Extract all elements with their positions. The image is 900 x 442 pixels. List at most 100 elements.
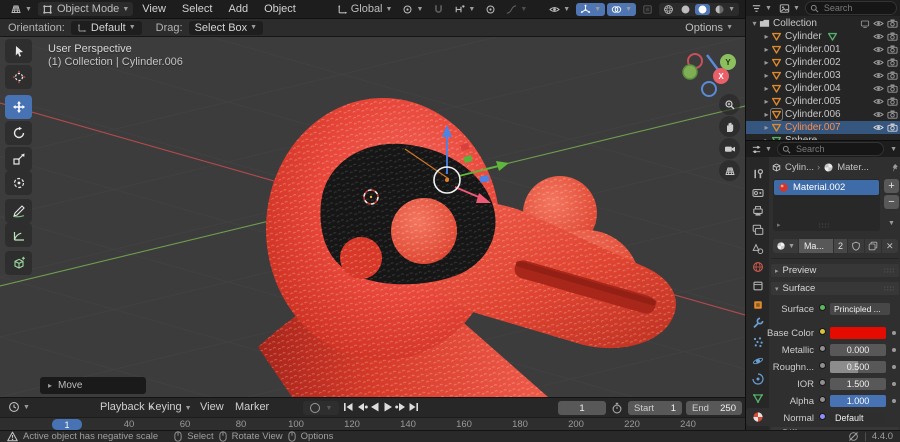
outliner-row-cylinder-001[interactable]: ▸ Cylinder.001 bbox=[746, 43, 900, 56]
orientation-value-dropdown[interactable]: Default ▼ bbox=[70, 20, 142, 35]
editor-type-button[interactable]: ▼ bbox=[6, 2, 36, 16]
material-users-count[interactable]: 2 bbox=[833, 239, 847, 253]
operator-panel[interactable]: ▸ Move bbox=[40, 377, 146, 394]
auto-keying-button[interactable]: ▼ bbox=[303, 401, 339, 415]
properties-search-input[interactable] bbox=[793, 143, 880, 155]
tool-add-cube[interactable] bbox=[5, 251, 32, 275]
decorator-dot[interactable] bbox=[892, 382, 896, 386]
tab-output[interactable] bbox=[746, 202, 769, 220]
tool-rotate[interactable] bbox=[5, 121, 32, 145]
outliner-filter-button[interactable]: ▼ bbox=[777, 3, 802, 14]
camera-icon[interactable] bbox=[887, 109, 898, 120]
snap-target-dropdown[interactable]: ▼ bbox=[450, 3, 479, 16]
mode-dropdown[interactable]: Object Mode ▼ bbox=[37, 2, 134, 16]
eye-icon[interactable] bbox=[873, 122, 884, 133]
unlink-material-button[interactable]: ✕ bbox=[881, 239, 898, 253]
visibility-dropdown[interactable]: ▼ bbox=[545, 3, 574, 16]
tool-measure[interactable] bbox=[5, 223, 32, 247]
viewport-perspective-button[interactable] bbox=[719, 160, 740, 181]
add-material-slot-button[interactable]: + bbox=[884, 179, 899, 193]
metallic-slider[interactable]: 0.000 bbox=[830, 344, 886, 356]
material-name-field[interactable]: Ma... bbox=[798, 239, 833, 253]
fake-user-button[interactable] bbox=[847, 239, 864, 253]
panel-surface-header[interactable]: ▾ Surface ∷∷ bbox=[771, 282, 899, 295]
tool-move[interactable] bbox=[5, 95, 32, 119]
proportional-falloff-dropdown[interactable]: ▼ bbox=[502, 3, 531, 16]
play-button[interactable] bbox=[381, 400, 394, 414]
outliner-row-cylinder[interactable]: ▸ Cylinder bbox=[746, 30, 900, 43]
menu-add[interactable]: Add bbox=[221, 2, 255, 16]
camera-icon[interactable] bbox=[887, 122, 898, 133]
camera-icon[interactable] bbox=[887, 57, 898, 68]
pin-icon[interactable] bbox=[890, 163, 900, 173]
outliner-row-cylinder-004[interactable]: ▸ Cylinder.004 bbox=[746, 82, 900, 95]
shading-material-button[interactable] bbox=[695, 3, 711, 15]
frame-start-field[interactable]: Start 1 bbox=[628, 401, 682, 415]
tool-select-box[interactable] bbox=[5, 39, 32, 63]
browse-material-button[interactable]: ▼ bbox=[773, 239, 798, 253]
panel-preview-header[interactable]: ▸ Preview ∷∷ bbox=[771, 264, 899, 277]
playhead[interactable]: 1 bbox=[52, 419, 82, 430]
camera-icon[interactable] bbox=[887, 96, 898, 107]
timeline-editor-type-button[interactable]: ▼ bbox=[4, 400, 34, 414]
proportional-edit-toggle[interactable] bbox=[481, 3, 500, 16]
camera-icon[interactable] bbox=[887, 70, 898, 81]
tool-annotate[interactable] bbox=[5, 199, 32, 223]
normal-dropdown[interactable]: Default bbox=[830, 412, 885, 424]
previous-keyframe-button[interactable] bbox=[355, 400, 368, 414]
tool-cursor[interactable] bbox=[5, 65, 32, 89]
material-slot-list[interactable]: Material.002 ▸ ∷∷ bbox=[773, 179, 880, 231]
material-specials-menu[interactable]: ▼ bbox=[884, 217, 899, 229]
tab-world[interactable] bbox=[746, 258, 769, 276]
eye-icon[interactable] bbox=[873, 44, 884, 55]
outliner-search-input[interactable] bbox=[821, 2, 892, 14]
tab-tool[interactable] bbox=[746, 165, 769, 183]
properties-header-options-icon[interactable]: ▼ bbox=[890, 146, 897, 153]
frame-end-field[interactable]: End 250 bbox=[686, 401, 742, 415]
pivot-point-dropdown[interactable]: ▼ bbox=[398, 3, 427, 16]
show-gizmo-toggle[interactable]: ▼ bbox=[576, 2, 606, 16]
base-color-swatch[interactable] bbox=[830, 327, 886, 339]
eye-icon[interactable] bbox=[873, 70, 884, 81]
eye-icon[interactable] bbox=[873, 18, 884, 29]
show-overlays-toggle[interactable]: ▼ bbox=[607, 2, 637, 16]
tab-render[interactable] bbox=[746, 184, 769, 202]
camera-icon[interactable] bbox=[887, 44, 898, 55]
next-keyframe-button[interactable] bbox=[394, 400, 407, 414]
shading-wireframe-button[interactable] bbox=[661, 4, 676, 15]
outliner-row-cylinder-003[interactable]: ▸ Cylinder.003 bbox=[746, 69, 900, 82]
eye-icon[interactable] bbox=[873, 31, 884, 42]
eye-icon[interactable] bbox=[873, 57, 884, 68]
3d-viewport[interactable]: Y X User Perspective (1) Collection | Cy… bbox=[0, 37, 745, 397]
slot-list-expand-icon[interactable]: ▸ bbox=[777, 221, 781, 229]
outliner-row-cylinder-002[interactable]: ▸ Cylinder.002 bbox=[746, 56, 900, 69]
play-reverse-button[interactable] bbox=[368, 400, 381, 414]
timeline-menu-marker[interactable]: Marker bbox=[235, 401, 269, 413]
camera-icon[interactable] bbox=[887, 83, 898, 94]
menu-select[interactable]: Select bbox=[175, 2, 220, 16]
eye-icon[interactable] bbox=[873, 83, 884, 94]
shading-solid-button[interactable] bbox=[678, 4, 693, 15]
panel-next-header[interactable]: ▸ Diff... bbox=[771, 427, 899, 430]
timeline-ruler[interactable]: 20 40 60 80 100 120 140 160 180 200 220 … bbox=[0, 417, 745, 430]
outliner-row-cylinder-006[interactable]: ▸ Cylinder.006 bbox=[746, 108, 900, 121]
outliner-row-collection[interactable]: ▾ Collection bbox=[746, 17, 900, 30]
tab-collection[interactable] bbox=[746, 277, 769, 295]
model-character[interactable] bbox=[258, 98, 676, 397]
options-dropdown[interactable]: Options ▼ bbox=[681, 21, 737, 35]
timeline-menu-playback[interactable]: Playback ▼ bbox=[100, 401, 155, 413]
decorator-dot[interactable] bbox=[892, 348, 896, 352]
snap-toggle[interactable] bbox=[429, 3, 448, 16]
nav-gizmo[interactable]: Y X bbox=[682, 53, 736, 97]
current-frame-field[interactable]: 1 bbox=[558, 401, 606, 415]
transform-orientation-dropdown[interactable]: Global ▼ bbox=[333, 2, 397, 16]
eye-icon[interactable] bbox=[873, 96, 884, 107]
drag-value-dropdown[interactable]: Select Box ▼ bbox=[188, 20, 264, 35]
camera-icon[interactable] bbox=[887, 31, 898, 42]
tab-scene[interactable] bbox=[746, 240, 769, 258]
surface-shader-dropdown[interactable]: Principled ... bbox=[830, 303, 890, 315]
roughness-slider[interactable]: 0.500 bbox=[830, 361, 886, 373]
decorator-dot[interactable] bbox=[892, 331, 896, 335]
properties-editor-type-button[interactable]: ▼ bbox=[749, 144, 774, 155]
viewport-zoom-button[interactable] bbox=[719, 94, 740, 115]
